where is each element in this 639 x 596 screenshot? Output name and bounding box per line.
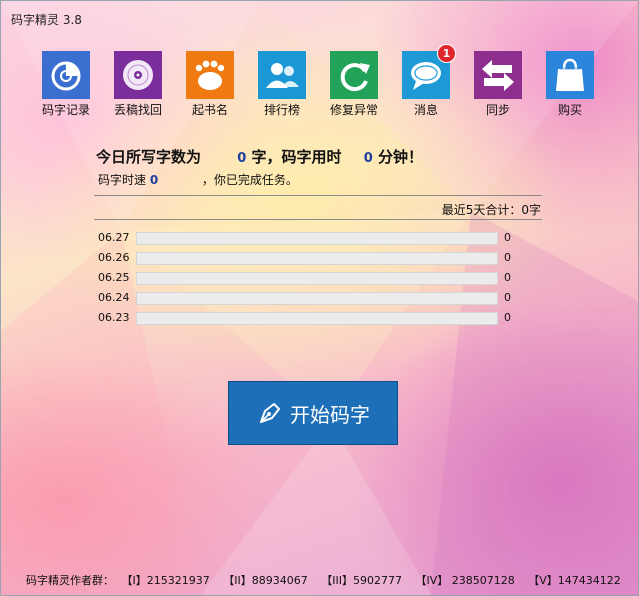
toolbar-button-5[interactable]: 1 消息	[390, 44, 462, 118]
daily-date: 06.24	[98, 291, 130, 304]
group-2: 【II】88934067	[223, 574, 308, 587]
app-window: 码字精灵 3.8 码字记录 丢稿找回 起书名 排行榜 修复异常 1 消息 同步 购买 今日所写字…	[0, 0, 639, 596]
daily-row: 06.26 0	[98, 251, 523, 265]
speed-label: 码字时速	[98, 173, 147, 187]
toolbar-label: 码字记录	[41, 103, 90, 117]
headline-suffix: 分钟！	[377, 148, 423, 166]
toolbar-label: 购买	[557, 103, 582, 117]
daily-value: 0	[504, 271, 511, 284]
task-text: ，你已完成任务。	[201, 173, 298, 187]
shopping-bag-icon	[546, 51, 594, 99]
daily-value: 0	[504, 291, 511, 304]
daily-date: 06.27	[98, 231, 130, 244]
daily-row: 06.24 0	[98, 291, 523, 305]
summary-label: 最近5天合计：	[441, 203, 522, 217]
daily-row: 06.27 0	[98, 231, 523, 245]
toolbar-button-2[interactable]: 起书名	[174, 51, 246, 118]
start-button-label: 开始码字	[290, 402, 370, 427]
sync-arrows-icon	[474, 51, 522, 99]
daily-progress-bar	[136, 312, 498, 325]
five-day-summary: 最近5天合计：0字	[442, 201, 541, 218]
start-typing-button[interactable]: 开始码字	[228, 381, 398, 445]
daily-date: 06.23	[98, 311, 130, 324]
today-summary: 今日所写字数为 0 字，码字用时 0 分钟！	[96, 146, 423, 167]
daily-progress-bar	[136, 252, 498, 265]
daily-value: 0	[504, 231, 511, 244]
group-5: 【V】147434122	[528, 574, 621, 587]
headline-prefix: 今日所写字数为	[96, 148, 202, 166]
daily-date: 06.26	[98, 251, 130, 264]
disc-icon	[114, 51, 162, 99]
divider-top	[94, 195, 542, 196]
toolbar-button-7[interactable]: 购买	[534, 51, 606, 118]
headline-mid: 字，码字用时	[251, 148, 342, 166]
speed-line: 码字时速 0 ，你已完成任务。	[98, 171, 298, 188]
daily-progress-bar	[136, 232, 498, 245]
daily-row: 06.25 0	[98, 271, 523, 285]
toolbar-label: 消息	[413, 103, 438, 117]
speed-value: 0	[149, 173, 159, 187]
daily-row: 06.23 0	[98, 311, 523, 325]
toolbar-button-6[interactable]: 同步	[462, 51, 534, 118]
group-4: 【IV】 238507128	[415, 574, 515, 587]
toolbar-label: 修复异常	[329, 103, 378, 117]
chart-circle-icon	[42, 51, 90, 99]
toolbar-button-3[interactable]: 排行榜	[246, 51, 318, 118]
toolbar-button-0[interactable]: 码字记录	[30, 51, 102, 118]
daily-date: 06.25	[98, 271, 130, 284]
author-groups-footer: 码字精灵作者群： 【I】215321937 【II】88934067 【III】…	[26, 572, 631, 588]
divider-bottom	[94, 219, 542, 220]
group-3: 【III】5902777	[321, 574, 402, 587]
refresh-icon	[330, 51, 378, 99]
toolbar-label: 起书名	[191, 103, 228, 117]
toolbar-button-4[interactable]: 修复异常	[318, 51, 390, 118]
toolbar-label: 丢稿找回	[113, 103, 162, 117]
footprint-icon	[186, 51, 234, 99]
footer-label: 码字精灵作者群：	[26, 574, 114, 587]
toolbar-label: 排行榜	[263, 103, 300, 117]
toolbar-button-1[interactable]: 丢稿找回	[102, 51, 174, 118]
group-1: 【I】215321937	[121, 574, 210, 587]
toolbar-label: 同步	[485, 103, 510, 117]
minutes-count: 0	[363, 151, 373, 166]
pen-nib-icon	[260, 403, 280, 423]
daily-value: 0	[504, 311, 511, 324]
summary-unit: 字	[528, 203, 541, 217]
summary-total: 0	[521, 203, 529, 217]
users-icon	[258, 51, 306, 99]
window-title: 码字精灵 3.8	[11, 13, 82, 27]
daily-value: 0	[504, 251, 511, 264]
daily-progress-bar	[136, 292, 498, 305]
word-count: 0	[237, 151, 247, 166]
daily-progress-bar	[136, 272, 498, 285]
chat-bubble-icon: 1	[402, 44, 456, 99]
message-count-badge: 1	[437, 44, 456, 63]
